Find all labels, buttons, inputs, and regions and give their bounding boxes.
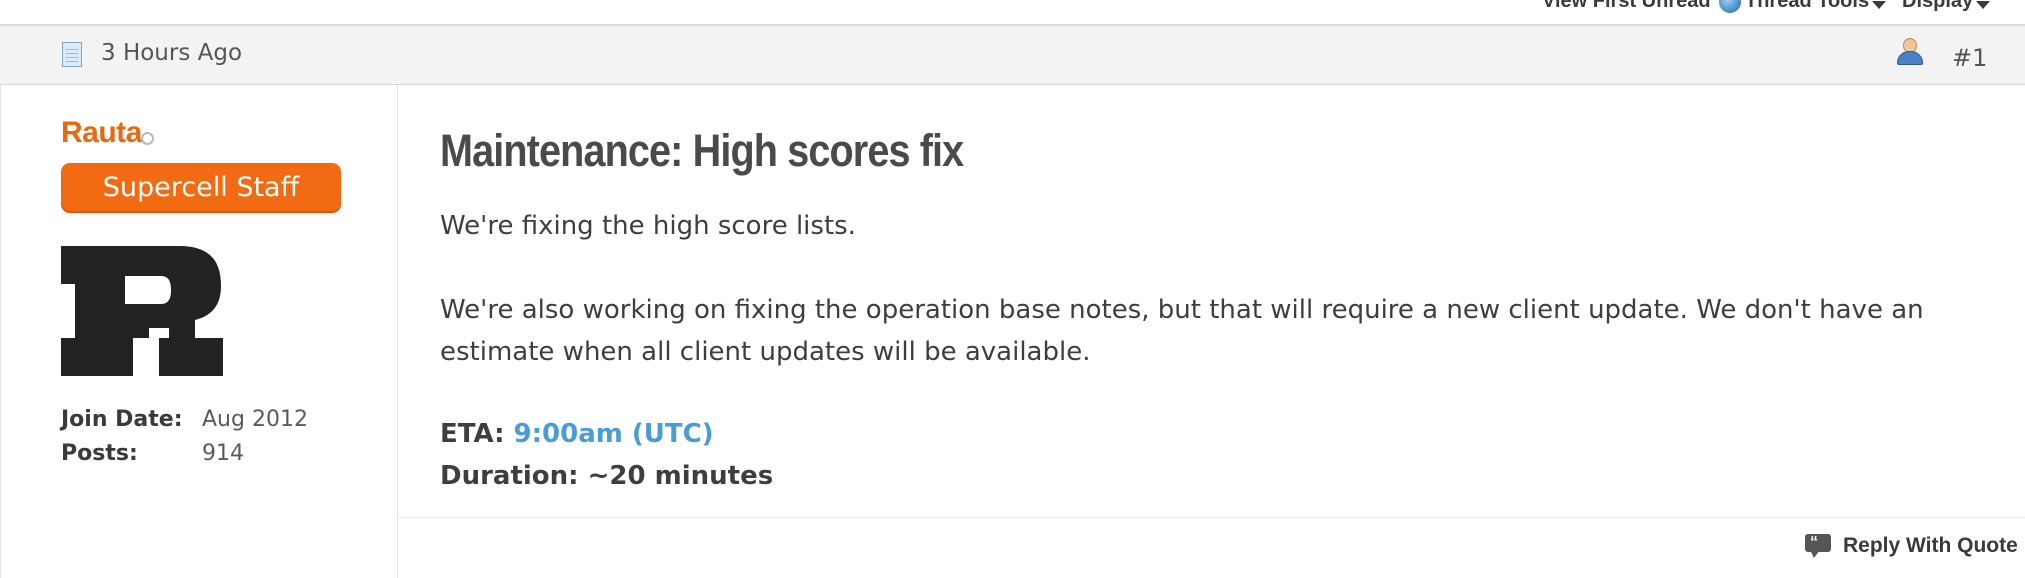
username-link[interactable]: Rauta [61, 116, 142, 150]
display-menu[interactable]: Display [1902, 0, 1991, 13]
reply-with-quote-button[interactable]: “ Reply With Quote [1805, 534, 2018, 558]
view-first-unread-label: View First Unread [1542, 0, 1711, 12]
chevron-down-icon [1976, 0, 1991, 9]
post-permalink-number[interactable]: #1 [1952, 44, 1987, 72]
join-date-label: Join Date: [61, 407, 183, 432]
post-title: Maintenance: High scores fix [440, 125, 964, 176]
quote-bubble-icon: “ [1805, 534, 1831, 558]
post-paragraph: We're also working on fixing the operati… [440, 295, 1924, 367]
user-info-panel: Rauta Supercell Staff Join Date: Aug 201… [0, 85, 398, 578]
thread-tools-label: Thread Tools [1745, 0, 1870, 12]
thread-toolbar: View First Unread Thread Tools Display [0, 0, 2025, 26]
posts-label: Posts: [61, 441, 138, 466]
posts-count: 914 [202, 441, 244, 466]
post-body: We're fixing the high score lists. We're… [440, 205, 2000, 373]
thread-tools-menu[interactable]: Thread Tools [1745, 0, 1887, 13]
duration-line: Duration: ~20 minutes [440, 461, 774, 491]
eta-time-link[interactable]: 9:00am (UTC) [514, 419, 714, 449]
post-header: 3 Hours Ago #1 [0, 26, 2025, 85]
view-first-unread-link[interactable]: View First Unread [1542, 0, 1741, 13]
chevron-down-icon [1872, 0, 1887, 9]
eta-label: ETA: [440, 419, 505, 449]
globe-icon [1718, 0, 1741, 13]
post-footer-divider [399, 517, 2025, 518]
display-label: Display [1902, 0, 1974, 12]
user-icon[interactable] [1894, 36, 1924, 66]
post-paragraph: We're fixing the high score lists. [440, 211, 856, 241]
join-date-row: Join Date: Aug 2012 [61, 407, 308, 441]
document-icon [62, 42, 82, 67]
post-content: Maintenance: High scores fix We're fixin… [399, 85, 2025, 578]
reply-with-quote-label: Reply With Quote [1843, 534, 2018, 557]
posts-row: Posts: 914 [61, 441, 308, 475]
user-stats: Join Date: Aug 2012 Posts: 914 [61, 407, 308, 475]
avatar[interactable] [61, 246, 223, 376]
user-rank-badge: Supercell Staff [61, 163, 341, 213]
offline-status-icon [141, 132, 154, 145]
join-date-value: Aug 2012 [202, 407, 308, 432]
maintenance-details: ETA: 9:00am (UTC) Duration: ~20 minutes [440, 413, 773, 497]
eta-line: ETA: 9:00am (UTC) [440, 413, 773, 455]
post-date: 3 Hours Ago [101, 40, 243, 66]
